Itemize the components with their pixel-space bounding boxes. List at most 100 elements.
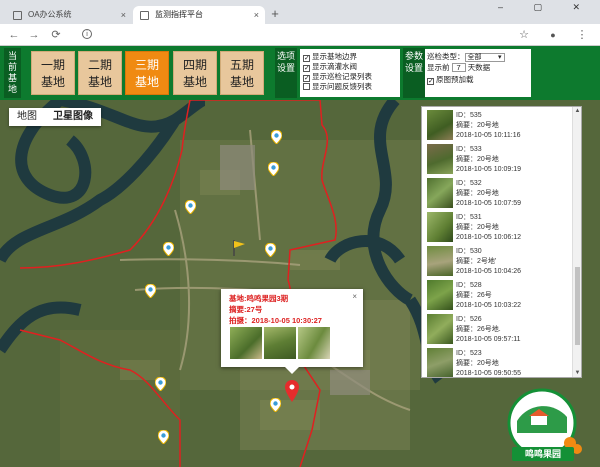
current-base-label: 当前基地 bbox=[4, 48, 21, 98]
record-text: ID：535 摘要：20号地 2018-10-05 10:11:16 bbox=[456, 111, 520, 141]
scroll-down-icon[interactable]: ▼ bbox=[574, 370, 581, 376]
record-thumbnail[interactable] bbox=[427, 178, 453, 208]
base-label: 一期 bbox=[40, 58, 65, 72]
location-marker-icon[interactable] bbox=[155, 377, 166, 391]
options-label: 选项设置 bbox=[275, 48, 297, 98]
back-icon[interactable]: ← bbox=[6, 27, 22, 43]
chevron-down-icon: ▾ bbox=[497, 54, 502, 61]
record-id: ID：530 bbox=[456, 248, 482, 255]
record-text: ID：532 摘要：20号地 2018-10-05 10:07:59 bbox=[456, 179, 521, 209]
base-button-4[interactable]: 四期 基地 bbox=[173, 51, 217, 95]
record-thumbnail[interactable] bbox=[427, 110, 453, 140]
record-summary: 摘要：2号地' bbox=[456, 258, 497, 265]
record-time: 2018-10-05 10:09:19 bbox=[456, 166, 521, 173]
checkbox[interactable]: ✓ bbox=[427, 78, 434, 85]
option-show-feedback-list[interactable]: 显示问题反馈列表 bbox=[303, 81, 372, 92]
popup-thumbnails bbox=[230, 327, 332, 361]
checkbox[interactable] bbox=[303, 83, 310, 90]
info-icon[interactable]: i bbox=[82, 29, 92, 39]
option-label: 显示基地边界 bbox=[312, 52, 357, 61]
days-row: 显示前 7 天数据 bbox=[427, 62, 490, 73]
record-summary: 摘要：20号地 bbox=[456, 360, 499, 367]
window-controls[interactable]: – ▢ ✕ bbox=[498, 2, 594, 13]
page-icon bbox=[140, 11, 149, 20]
record-time: 2018-10-05 09:50:55 bbox=[456, 370, 521, 377]
location-marker-icon[interactable] bbox=[185, 200, 196, 214]
record-summary: 摘要：26号地. bbox=[456, 326, 501, 333]
record-id: ID：531 bbox=[456, 214, 482, 221]
preload-label: 原图预加载 bbox=[436, 75, 474, 84]
inspect-type-label: 巡检类型： bbox=[427, 52, 465, 61]
photo-thumbnail[interactable] bbox=[298, 327, 330, 359]
options-panel: ✓ 显示基地边界 ✓ 显示滴灌水阀 ✓ 显示巡检记录列表 显示问题反馈列表 bbox=[300, 49, 400, 97]
record-time: 2018-10-05 10:11:16 bbox=[456, 132, 521, 139]
close-icon[interactable]: × bbox=[121, 6, 126, 24]
base-button-3[interactable]: 三期 基地 bbox=[125, 51, 169, 95]
base-label: 四期 bbox=[182, 58, 207, 72]
photo-thumbnail[interactable] bbox=[230, 327, 262, 359]
days-prefix: 显示前 bbox=[427, 63, 450, 72]
record-item[interactable]: ID：523 摘要：20号地 2018-10-05 09:50:55 bbox=[422, 348, 572, 377]
location-marker-icon[interactable] bbox=[270, 398, 281, 412]
location-marker-icon[interactable] bbox=[265, 243, 276, 257]
record-text: ID：526 摘要：26号地. 2018-10-05 09:57:11 bbox=[456, 315, 520, 345]
base-label: 二期 bbox=[87, 58, 112, 72]
browser-toolbar: ← → ⟳ i ☆ ● ⋮ bbox=[0, 24, 600, 46]
record-time: 2018-10-05 10:06:12 bbox=[456, 234, 521, 241]
flag-icon[interactable] bbox=[232, 240, 246, 256]
tab-monitor[interactable]: 监测指挥平台 × bbox=[133, 6, 265, 24]
reload-icon[interactable]: ⟳ bbox=[48, 27, 64, 43]
scroll-thumb[interactable] bbox=[575, 267, 580, 345]
record-thumbnail[interactable] bbox=[427, 314, 453, 344]
menu-icon[interactable]: ⋮ bbox=[574, 27, 590, 43]
record-id: ID：523 bbox=[456, 350, 482, 357]
scroll-up-icon[interactable]: ▲ bbox=[574, 108, 581, 114]
photo-thumbnail[interactable] bbox=[264, 327, 296, 359]
tab-title: 监测指挥平台 bbox=[155, 10, 203, 19]
option-label: 显示滴灌水阀 bbox=[312, 62, 357, 71]
preload-row[interactable]: ✓ 原图预加载 bbox=[427, 74, 474, 85]
inspect-type-select[interactable]: 全部 ▾ bbox=[464, 53, 505, 62]
address-bar[interactable]: i bbox=[78, 26, 510, 44]
location-marker-icon[interactable] bbox=[268, 162, 279, 176]
record-text: ID：523 摘要：20号地 2018-10-05 09:50:55 bbox=[456, 349, 521, 377]
selected-location-pin-icon[interactable] bbox=[285, 380, 299, 402]
record-thumbnail[interactable] bbox=[427, 348, 453, 377]
base-button-2[interactable]: 二期 基地 bbox=[78, 51, 122, 95]
record-thumbnail[interactable] bbox=[427, 212, 453, 242]
location-marker-icon[interactable] bbox=[158, 430, 169, 444]
close-icon[interactable]: × bbox=[254, 6, 259, 24]
popup-pointer bbox=[285, 367, 299, 374]
days-suffix: 天数据 bbox=[467, 63, 491, 72]
record-summary: 摘要：20号地 bbox=[456, 122, 499, 129]
tab-oa[interactable]: OA办公系统 × bbox=[6, 6, 132, 24]
record-thumbnail[interactable] bbox=[427, 144, 453, 174]
map-type-satellite[interactable]: 卫星图像 bbox=[45, 108, 101, 126]
record-summary: 摘要：20号地 bbox=[456, 156, 499, 163]
location-marker-icon[interactable] bbox=[163, 242, 174, 256]
inspection-record-list[interactable]: ID：535 摘要：20号地 2018-10-05 10:11:16 ID：533 摘要… bbox=[421, 106, 582, 378]
location-marker-icon[interactable] bbox=[271, 130, 282, 144]
select-value: 全部 bbox=[467, 54, 482, 61]
base-label: 五期 bbox=[229, 58, 254, 72]
location-marker-icon[interactable] bbox=[145, 284, 156, 298]
base-button-5[interactable]: 五期 基地 bbox=[220, 51, 264, 95]
map-view[interactable]: 地图 卫星图像 基地:鸣鸣果园3期 摘要:27号 拍摄：2018-10-05 10… bbox=[0, 100, 600, 467]
record-thumbnail[interactable] bbox=[427, 246, 453, 276]
base-button-1[interactable]: 一期 基地 bbox=[31, 51, 75, 95]
app-header: 当前基地 一期 基地 二期 基地 三期 基地 四期 基地 五期 基地 选项设置 … bbox=[0, 46, 600, 100]
inspection-popup: 基地:鸣鸣果园3期 摘要:27号 拍摄：2018-10-05 10:30:27 … bbox=[221, 289, 363, 374]
map-type-map[interactable]: 地图 bbox=[9, 108, 45, 126]
page-icon bbox=[13, 11, 22, 20]
record-summary: 摘要：20号地 bbox=[456, 224, 499, 231]
params-panel: 巡检类型： 全部 ▾ 显示前 7 天数据 ✓ 原图预加载 bbox=[425, 49, 531, 97]
new-tab-button[interactable]: + bbox=[268, 7, 282, 21]
star-icon[interactable]: ☆ bbox=[516, 27, 532, 43]
record-thumbnail[interactable] bbox=[427, 280, 453, 310]
forward-icon[interactable]: → bbox=[26, 27, 42, 43]
scrollbar[interactable]: ▲ ▼ bbox=[572, 107, 581, 377]
close-icon[interactable]: × bbox=[352, 292, 357, 301]
popup-time: 拍摄：2018-10-05 10:30:27 bbox=[229, 316, 322, 325]
days-input[interactable]: 7 bbox=[451, 63, 466, 72]
account-icon[interactable]: ● bbox=[545, 27, 561, 43]
